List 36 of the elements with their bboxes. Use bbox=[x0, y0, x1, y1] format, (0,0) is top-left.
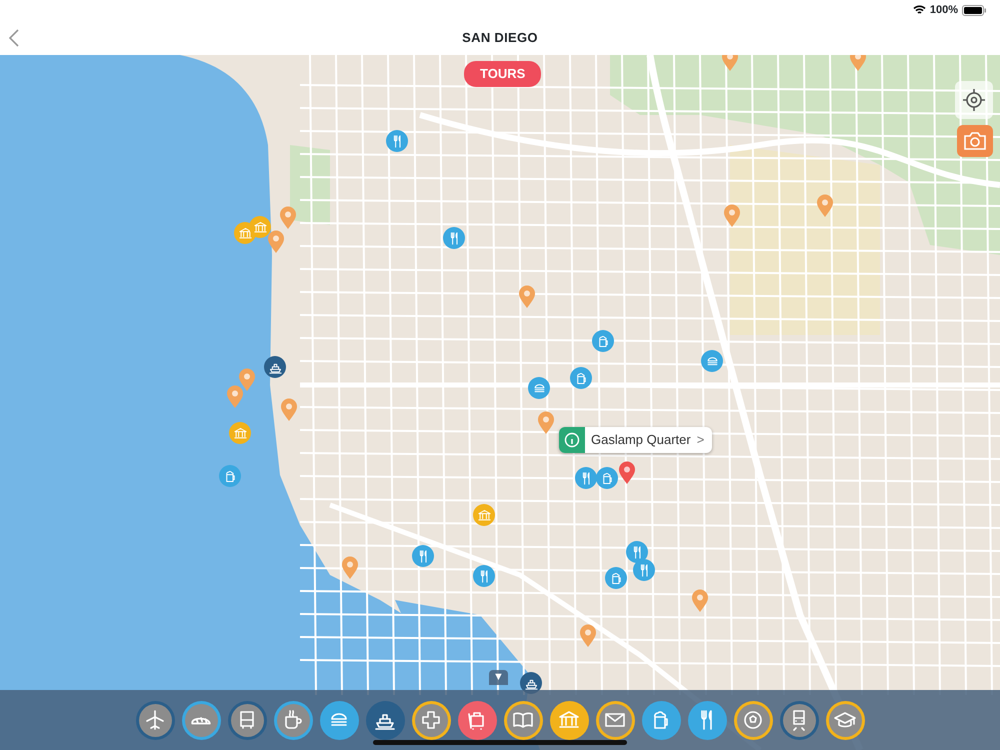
info-icon bbox=[564, 432, 580, 448]
place-name: Gaslamp Quarter bbox=[590, 431, 692, 450]
locate-button[interactable] bbox=[955, 81, 993, 119]
map-pin[interactable] bbox=[723, 204, 741, 228]
map-pin[interactable] bbox=[280, 398, 298, 422]
camera-button[interactable] bbox=[957, 125, 993, 157]
chevron-text: > bbox=[696, 431, 706, 450]
wifi-icon bbox=[912, 5, 926, 15]
tours-button[interactable]: TOURS bbox=[464, 61, 542, 86]
map-pin[interactable] bbox=[691, 589, 709, 613]
map-pin[interactable] bbox=[537, 411, 555, 435]
map-pin[interactable] bbox=[721, 55, 739, 72]
battery-percent: 100% bbox=[930, 2, 958, 18]
map-pin[interactable] bbox=[849, 55, 867, 72]
drawer-handle[interactable]: ▼ bbox=[489, 670, 508, 685]
museum-icon bbox=[232, 426, 248, 440]
map-pin[interactable] bbox=[238, 368, 256, 392]
map-pin[interactable] bbox=[341, 556, 359, 580]
soccer-ball-icon bbox=[741, 708, 765, 732]
screen-title: SAN DIEGO bbox=[462, 28, 538, 47]
map-pin[interactable] bbox=[226, 385, 244, 409]
museum-icon bbox=[252, 220, 268, 234]
camera-icon bbox=[963, 131, 987, 151]
map-pin[interactable] bbox=[579, 624, 597, 648]
map-pin[interactable] bbox=[267, 230, 285, 254]
crosshair-icon bbox=[962, 88, 986, 112]
map-pin[interactable] bbox=[279, 206, 297, 230]
map-pin[interactable] bbox=[618, 461, 636, 485]
map-pin[interactable] bbox=[518, 285, 536, 309]
airplane-icon bbox=[143, 708, 167, 732]
map-pin[interactable] bbox=[816, 194, 834, 218]
place-callout[interactable]: Gaslamp Quarter > bbox=[559, 427, 712, 453]
museum-icon bbox=[238, 226, 252, 240]
cross-icon bbox=[419, 708, 443, 732]
battery-icon bbox=[962, 4, 986, 16]
museum-icon bbox=[476, 508, 492, 522]
